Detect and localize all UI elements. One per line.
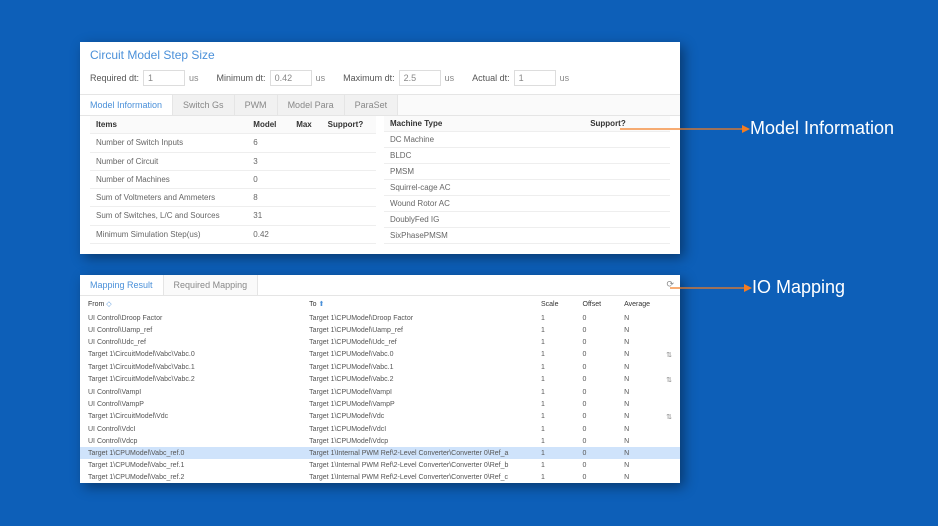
actual-dt-label: Actual dt: <box>472 73 510 83</box>
tab-switch-gs[interactable]: Switch Gs <box>173 95 235 115</box>
circuit-model-panel: Circuit Model Step Size Required dt: us … <box>80 42 680 254</box>
table-row: Squirrel-cage AC <box>384 180 670 196</box>
row-action-icon <box>658 336 680 348</box>
row-action-icon <box>658 447 680 459</box>
table-row: Minimum Simulation Step(us)0.42 <box>90 225 376 243</box>
row-action-icon[interactable]: ⇅ <box>658 373 680 386</box>
callout-model-info: Model Information <box>620 118 894 139</box>
row-action-icon[interactable]: ⇅ <box>658 348 680 361</box>
step-size-row: Required dt: us Minimum dt: us Maximum d… <box>80 66 680 94</box>
row-action-icon <box>658 471 680 483</box>
mapping-table: From ◇To ⬆ScaleOffsetAverageUI Control\D… <box>80 296 680 483</box>
unit-label: us <box>560 73 570 83</box>
table-row: Number of Machines0 <box>90 170 376 188</box>
actual-dt-input[interactable] <box>514 70 556 86</box>
unit-label: us <box>189 73 199 83</box>
model-info-table: ItemsModelMaxSupport?Number of Switch In… <box>90 116 376 244</box>
maximum-dt-input[interactable] <box>399 70 441 86</box>
table-row: PMSM <box>384 164 670 180</box>
table-row: SixPhasePMSM <box>384 228 670 244</box>
io-mapping-panel: Mapping ResultRequired Mapping⟳ From ◇To… <box>80 275 680 483</box>
table-row[interactable]: UI Control\VampPTarget 1\CPUModel\VampP1… <box>80 398 680 410</box>
col-header: Items <box>90 116 247 134</box>
row-action-icon <box>658 459 680 471</box>
table-row: Sum of Voltmeters and Ammeters8 <box>90 189 376 207</box>
callout-label: Model Information <box>750 118 894 139</box>
row-action-icon <box>658 398 680 410</box>
col-header: Machine Type <box>384 116 584 132</box>
col-header: Model <box>247 116 290 134</box>
table-row[interactable]: Target 1\CPUModel\Vabc_ref.2Target 1\Int… <box>80 471 680 483</box>
minimum-dt-label: Minimum dt: <box>217 73 266 83</box>
table-row: Wound Rotor AC <box>384 196 670 212</box>
table-row: Number of Circuit3 <box>90 152 376 170</box>
row-action-icon <box>658 312 680 324</box>
model-tabs: Model InformationSwitch GsPWMModel ParaP… <box>80 94 680 116</box>
tab-pwm[interactable]: PWM <box>235 95 278 115</box>
table-row[interactable]: UI Control\VdcpTarget 1\CPUModel\Vdcp10N <box>80 435 680 447</box>
minimum-dt-input[interactable] <box>270 70 312 86</box>
tab-mapping-result[interactable]: Mapping Result <box>80 275 164 295</box>
row-action-icon <box>658 361 680 373</box>
table-row[interactable]: Target 1\CircuitModel\Vabc\Vabc.2Target … <box>80 373 680 386</box>
tab-model-information[interactable]: Model Information <box>80 95 173 115</box>
tab-paraset[interactable]: ParaSet <box>345 95 399 115</box>
table-row: Number of Switch Inputs6 <box>90 134 376 152</box>
tab-model-para[interactable]: Model Para <box>278 95 345 115</box>
maximum-dt-label: Maximum dt: <box>343 73 395 83</box>
table-row[interactable]: UI Control\VdcITarget 1\CPUModel\VdcI10N <box>80 423 680 435</box>
row-action-icon <box>658 435 680 447</box>
row-action-icon <box>658 386 680 398</box>
row-action-icon[interactable]: ⇅ <box>658 410 680 423</box>
col-header[interactable]: To ⬆ <box>301 296 533 312</box>
required-dt-input[interactable] <box>143 70 185 86</box>
table-row[interactable]: Target 1\CPUModel\Vabc_ref.1Target 1\Int… <box>80 459 680 471</box>
col-header[interactable]: Scale <box>533 296 575 312</box>
tab-required-mapping[interactable]: Required Mapping <box>164 275 259 295</box>
callout-label: IO Mapping <box>752 277 845 298</box>
table-row[interactable]: UI Control\Uamp_refTarget 1\CPUModel\Uam… <box>80 324 680 336</box>
row-action-icon <box>658 423 680 435</box>
table-row: DoublyFed IG <box>384 212 670 228</box>
table-row[interactable]: UI Control\Udc_refTarget 1\CPUModel\Udc_… <box>80 336 680 348</box>
panel-title: Circuit Model Step Size <box>80 42 680 66</box>
unit-label: us <box>445 73 455 83</box>
table-row[interactable]: Target 1\CircuitModel\VdcTarget 1\CPUMod… <box>80 410 680 423</box>
col-header: Support? <box>322 116 376 134</box>
row-action-icon <box>658 324 680 336</box>
col-header[interactable]: From ◇ <box>80 296 301 312</box>
col-header: Max <box>290 116 321 134</box>
unit-label: us <box>316 73 326 83</box>
mapping-tabs: Mapping ResultRequired Mapping⟳ <box>80 275 680 296</box>
col-header[interactable]: Offset <box>575 296 617 312</box>
table-row[interactable]: UI Control\Droop FactorTarget 1\CPUModel… <box>80 312 680 324</box>
table-row[interactable]: Target 1\CircuitModel\Vabc\Vabc.1Target … <box>80 361 680 373</box>
required-dt-label: Required dt: <box>90 73 139 83</box>
col-header[interactable]: Average <box>616 296 658 312</box>
table-row: BLDC <box>384 148 670 164</box>
table-row: Sum of Switches, L/C and Sources31 <box>90 207 376 225</box>
table-row[interactable]: Target 1\CPUModel\Vabc_ref.0Target 1\Int… <box>80 447 680 459</box>
table-row[interactable]: UI Control\VampITarget 1\CPUModel\VampI1… <box>80 386 680 398</box>
table-row[interactable]: Target 1\CircuitModel\Vabc\Vabc.0Target … <box>80 348 680 361</box>
callout-io-mapping: IO Mapping <box>670 277 845 298</box>
